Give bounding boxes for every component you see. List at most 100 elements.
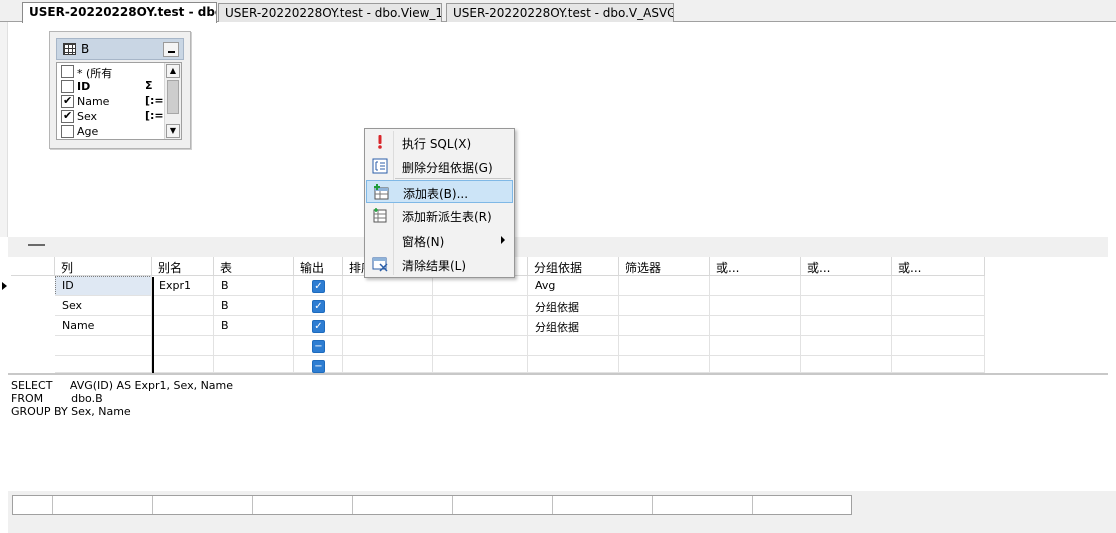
results-grid[interactable] [12,495,852,515]
scroll-down-icon[interactable]: ▼ [166,124,180,138]
menu-item-pane[interactable]: 窗格(N) [366,229,513,252]
grid-cell-table[interactable]: B [214,296,294,316]
grid-cell-filter[interactable] [619,296,710,316]
grid-cell-alias[interactable]: Expr1 [152,276,214,296]
grid-cell-or[interactable] [801,356,892,373]
grid-cell-or[interactable] [710,276,801,296]
grid-cell-or[interactable] [710,336,801,356]
grid-cell-filter[interactable] [619,276,710,296]
results-cell[interactable] [153,496,253,514]
column-checkbox[interactable] [61,65,74,78]
context-menu: 执行 SQL(X) 删除分组依据(G) 添加表(B)... 添加新派生表(R) … [364,128,515,278]
menu-item-add-derived-table[interactable]: 添加新派生表(R) [366,204,513,227]
menu-item-add-table[interactable]: 添加表(B)... [366,180,513,203]
menu-item-clear-results[interactable]: 清除结果(L) [366,253,513,276]
menu-item-remove-group-by[interactable]: 删除分组依据(G) [366,155,513,178]
table-box-header[interactable]: B [56,38,184,60]
column-checkbox[interactable] [61,109,74,123]
grid-cell-sort-order[interactable] [433,276,528,296]
grid-cell-or[interactable] [892,356,985,373]
column-checkbox[interactable] [61,94,74,108]
grid-cell-or[interactable] [801,336,892,356]
tab-query-q[interactable]: USER-20220228OY.test - dbo.Q [22,2,217,23]
sql-line-select: SELECT AVG(ID) AS Expr1, Sex, Name [11,379,234,392]
output-checkbox[interactable]: − [312,360,325,373]
grid-cell-filter[interactable] [619,356,710,373]
menu-item-label: 执行 SQL(X) [402,137,472,151]
grid-cell-table[interactable]: B [214,276,294,296]
scroll-up-icon[interactable]: ▲ [166,64,180,78]
menu-item-label: 窗格(N) [402,235,445,249]
grid-cell-alias[interactable] [152,336,214,356]
scroll-thumb[interactable] [167,80,179,114]
grid-cell-or[interactable] [892,336,985,356]
grid-cell-column[interactable]: Name [55,316,152,336]
grid-cell-or[interactable] [801,316,892,336]
results-cell[interactable] [353,496,453,514]
grid-cell-alias[interactable] [152,356,214,373]
grid-cell-or[interactable] [892,296,985,316]
grid-cell-sort-order[interactable] [433,336,528,356]
grid-cell-sort[interactable] [343,356,433,373]
grid-cell-column[interactable] [55,336,152,356]
table-box-b[interactable]: B * (所有 ID Σ Name [:= Sex [:= Age ▲ [49,31,191,149]
menu-item-execute-sql[interactable]: 执行 SQL(X) [366,131,513,154]
column-item-all[interactable]: * (所有 [57,64,165,80]
table-column-list[interactable]: * (所有 ID Σ Name [:= Sex [:= Age ▲ ▼ [56,62,182,140]
sql-pane[interactable]: SELECT AVG(ID) AS Expr1, Sex, Name FROM … [8,373,1108,491]
grid-cell-column[interactable]: Sex [55,296,152,316]
grid-cell-sort-order[interactable] [433,296,528,316]
output-checkbox[interactable]: ✓ [312,280,325,293]
grid-cell-table[interactable] [214,336,294,356]
tab-v-asvg[interactable]: USER-20220228OY.test - dbo.V_ASVG [446,3,674,22]
grid-cell-or[interactable] [801,296,892,316]
column-label: Age [77,125,99,138]
results-cell[interactable] [13,496,53,514]
grid-cell-or[interactable] [710,296,801,316]
grid-cell-sort[interactable] [343,336,433,356]
grid-cell-sort[interactable] [343,316,433,336]
grid-cell-group-by[interactable] [528,356,619,373]
results-cell[interactable] [53,496,153,514]
grid-cell-column[interactable]: ID [55,276,152,296]
results-cell[interactable] [453,496,553,514]
results-cell[interactable] [253,496,353,514]
grid-cell-table[interactable] [214,356,294,373]
column-item-sex[interactable]: Sex [:= [57,109,165,124]
grid-header-or-2: 或... [801,257,892,276]
grid-cell-sort-order[interactable] [433,316,528,336]
results-cell[interactable] [653,496,753,514]
grid-cell-or[interactable] [892,316,985,336]
output-checkbox[interactable]: ✓ [312,320,325,333]
grid-cell-group-by[interactable]: 分组依据 [528,296,619,316]
grid-cell-group-by[interactable]: 分组依据 [528,316,619,336]
grid-cell-table[interactable]: B [214,316,294,336]
output-checkbox[interactable]: − [312,340,325,353]
grid-cell-or[interactable] [710,356,801,373]
grid-cell-sort-order[interactable] [433,356,528,373]
column-item-name[interactable]: Name [:= [57,94,165,109]
grid-cell-sort[interactable] [343,276,433,296]
column-item-id[interactable]: ID Σ [57,79,165,94]
column-checkbox[interactable] [61,125,74,138]
column-list-scrollbar[interactable]: ▲ ▼ [164,63,181,139]
grid-cell-or[interactable] [710,316,801,336]
grid-cell-sort[interactable] [343,296,433,316]
column-checkbox[interactable] [61,80,74,93]
grid-cell-or[interactable] [801,276,892,296]
grid-cell-filter[interactable] [619,336,710,356]
grid-cell-filter[interactable] [619,316,710,336]
grid-cell-group-by[interactable]: Avg [528,276,619,296]
minimize-button[interactable] [163,42,179,57]
grid-cell-group-by[interactable] [528,336,619,356]
grid-cell-alias[interactable] [152,296,214,316]
output-checkbox[interactable]: ✓ [312,300,325,313]
tab-view-1[interactable]: USER-20220228OY.test - dbo.View_1 [218,3,442,22]
column-item-age[interactable]: Age [57,124,165,139]
results-cell[interactable] [553,496,653,514]
grid-cell-alias[interactable] [152,316,214,336]
pane-splitter[interactable] [8,237,1108,257]
grid-cell-or[interactable] [892,276,985,296]
menu-separator [395,178,511,179]
grid-cell-column[interactable] [55,356,152,373]
